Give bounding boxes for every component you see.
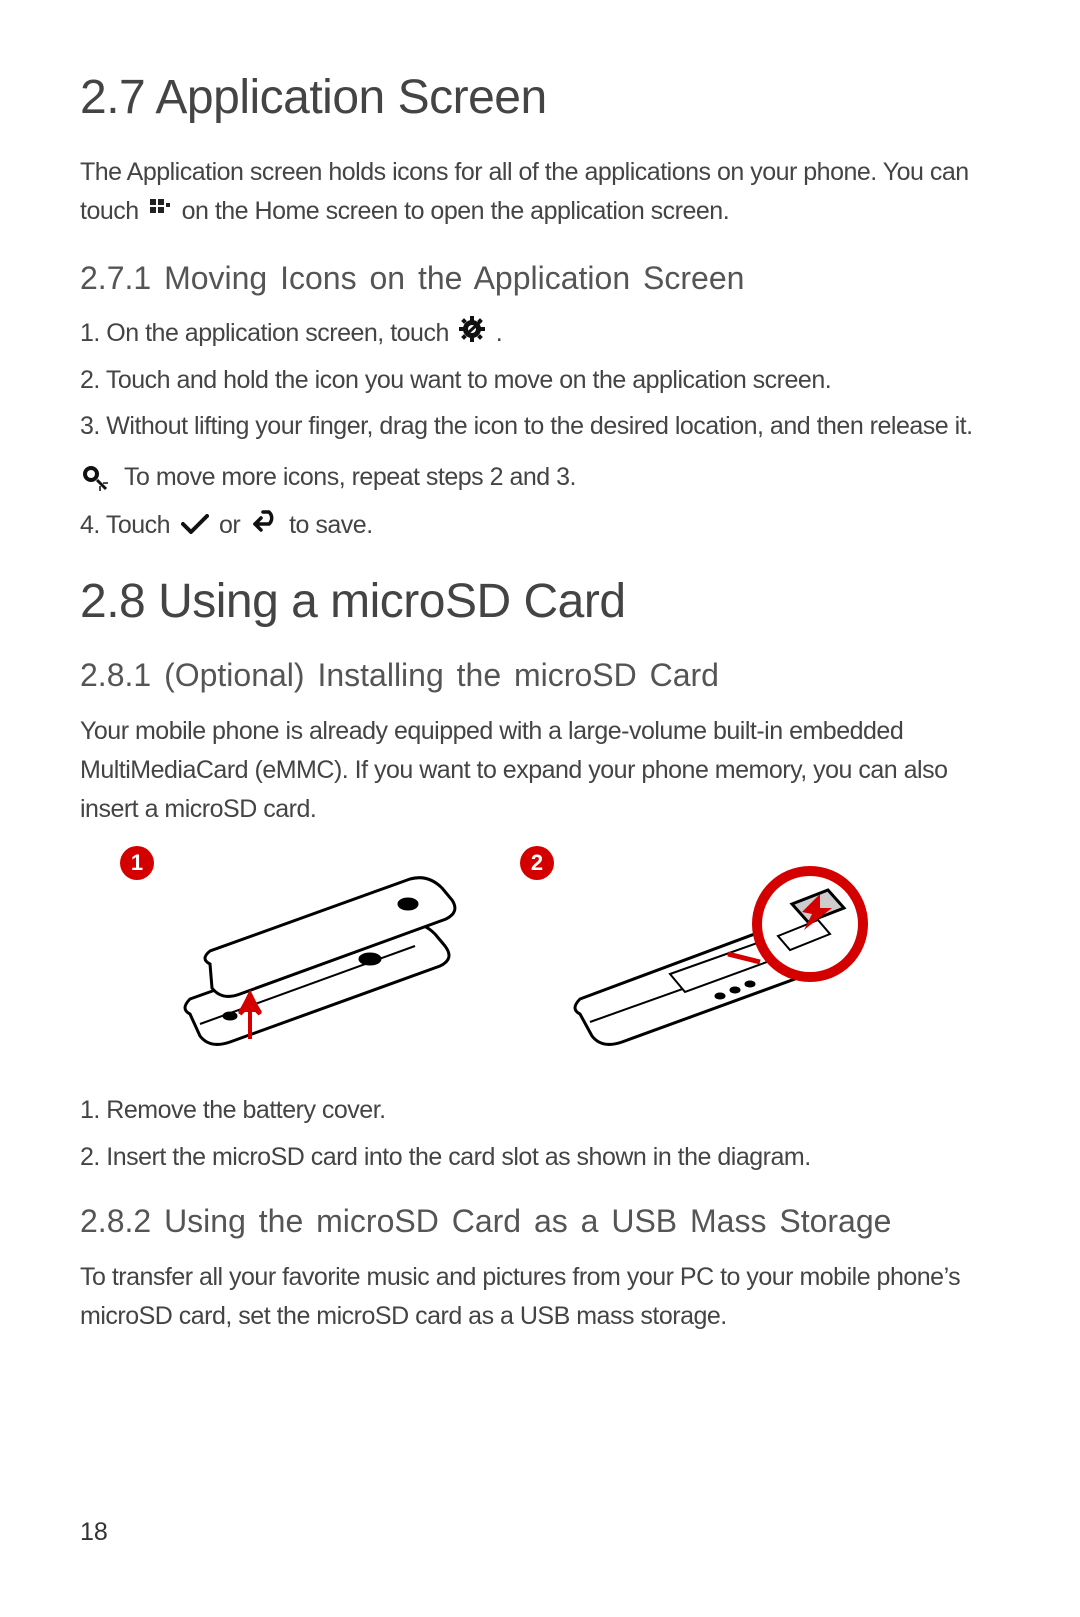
page-number: 18 (80, 1518, 108, 1547)
step-271-2: 2. Touch and hold the icon you want to m… (80, 362, 1000, 398)
manual-page: 2.7 Application Screen The Application s… (0, 0, 1080, 1617)
heading-2-8: 2.8 Using a microSD Card (80, 574, 1000, 629)
magnifier-note-icon (80, 463, 110, 493)
note-271: To move more icons, repeat steps 2 and 3… (80, 463, 1000, 493)
step-271-4c: to save. (289, 511, 373, 539)
callout-1: 1 (120, 846, 154, 880)
step-271-4a: 4. Touch (80, 511, 177, 539)
intro-2-7: The Application screen holds icons for a… (80, 153, 1000, 232)
step-281-2: 2. Insert the microSD card into the card… (80, 1139, 1000, 1175)
step-271-1: 1. On the application screen, touch (80, 315, 1000, 353)
phone-insert-sd-illustration (560, 864, 880, 1064)
diagram-row: 1 (120, 846, 1000, 1066)
heading-2-8-2: 2.8.2 Using the microSD Card as a USB Ma… (80, 1203, 1000, 1240)
settings-gear-icon (459, 316, 485, 352)
note-271-text: To move more icons, repeat steps 2 and 3… (124, 463, 576, 492)
diagram-2: 2 (520, 846, 880, 1066)
step-271-4b: or (219, 511, 247, 539)
step-271-4: 4. Touch or to save. (80, 507, 1000, 545)
back-arrow-icon (251, 508, 279, 544)
intro-2-7-part2: on the Home screen to open the applicati… (182, 197, 730, 225)
heading-2-8-1: 2.8.1 (Optional) Installing the microSD … (80, 657, 1000, 694)
heading-2-7: 2.7 Application Screen (80, 70, 1000, 125)
callout-2: 2 (520, 846, 554, 880)
step-271-3: 3. Without lifting your finger, drag the… (80, 408, 1000, 444)
diagram-1: 1 (120, 846, 480, 1066)
step-281-1: 1. Remove the battery cover. (80, 1092, 1000, 1128)
intro-2-8-1: Your mobile phone is already equipped wi… (80, 712, 1000, 828)
apps-grid-icon (149, 193, 171, 232)
step-271-1b: . (496, 319, 502, 347)
intro-2-8-2: To transfer all your favorite music and … (80, 1258, 1000, 1336)
step-271-1a: 1. On the application screen, touch (80, 319, 455, 347)
heading-2-7-1: 2.7.1 Moving Icons on the Application Sc… (80, 260, 1000, 297)
check-icon (181, 508, 209, 544)
phone-remove-cover-illustration (160, 864, 480, 1064)
